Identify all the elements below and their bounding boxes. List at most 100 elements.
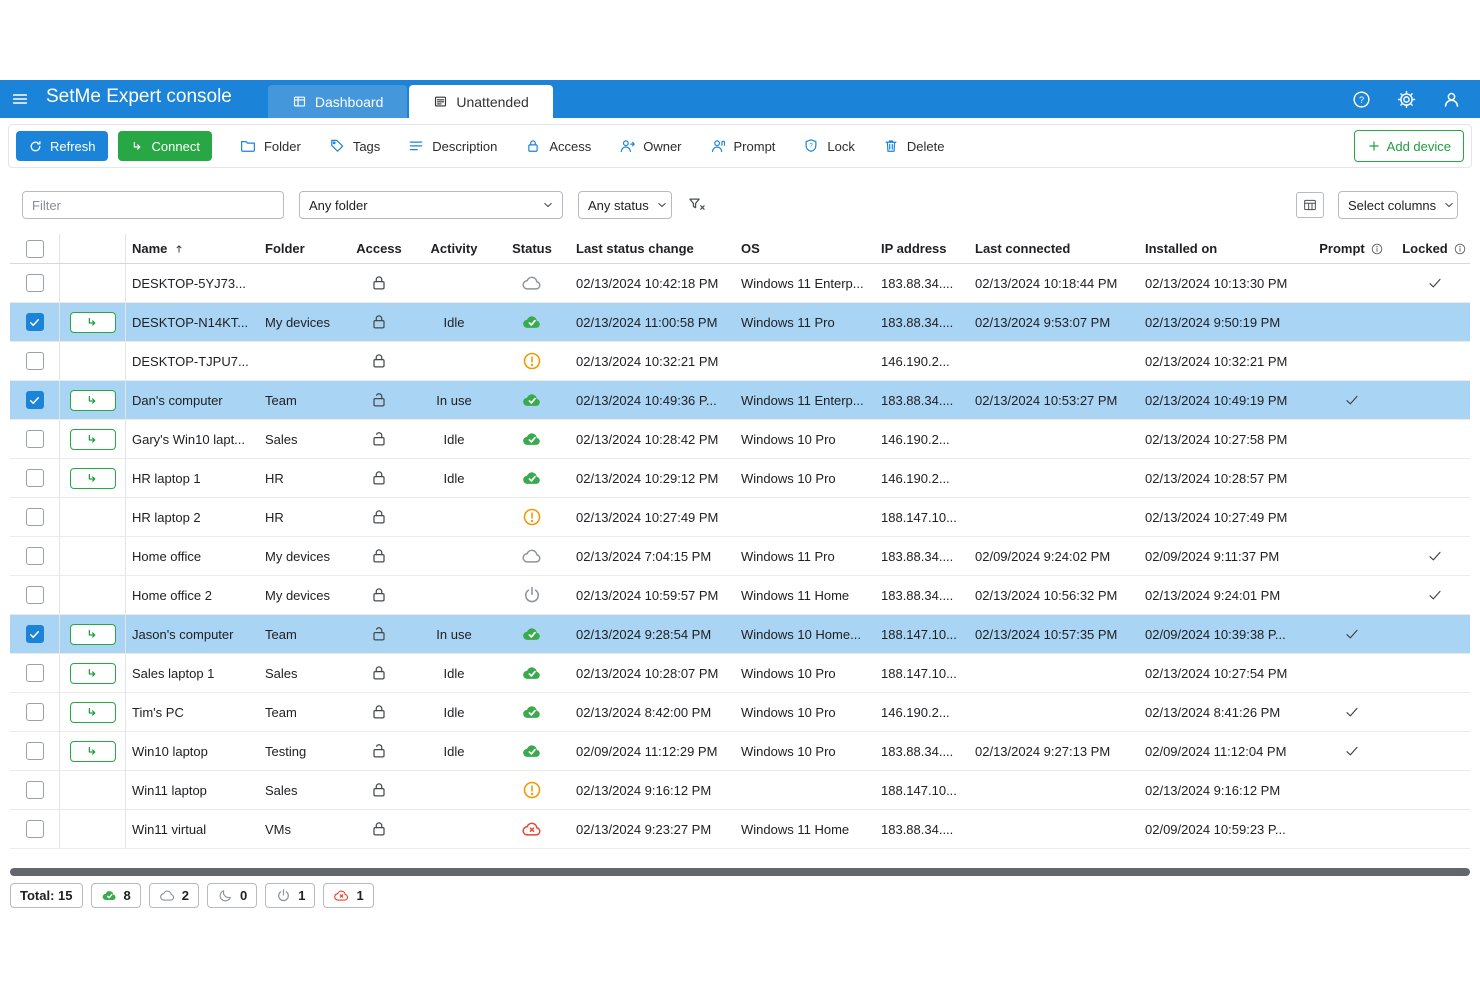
row-checkbox[interactable]	[26, 742, 44, 760]
row-checkbox[interactable]	[26, 625, 44, 643]
table-row[interactable]: Tim's PC Team Idle 02/13/2024 8:42:00 PM…	[10, 693, 1470, 732]
row-checkbox[interactable]	[26, 313, 44, 331]
table-row[interactable]: Home office My devices 02/13/2024 7:04:1…	[10, 537, 1470, 576]
row-checkbox[interactable]	[26, 352, 44, 370]
table-row[interactable]: Home office 2 My devices 02/13/2024 10:5…	[10, 576, 1470, 615]
info-icon[interactable]	[1370, 242, 1384, 256]
table-row[interactable]: DESKTOP-TJPU7... 02/13/2024 10:32:21 PM …	[10, 342, 1470, 381]
device-os: Windows 10 Pro	[730, 693, 870, 731]
select-all-checkbox[interactable]	[26, 240, 44, 258]
device-name: Jason's computer	[126, 615, 259, 653]
scrollbar-thumb[interactable]	[10, 868, 1470, 876]
offline-filter-badge[interactable]: 2	[149, 883, 199, 908]
online-filter-badge[interactable]: 8	[91, 883, 141, 908]
last-connected: 02/09/2024 9:24:02 PM	[964, 537, 1134, 575]
user-account-icon[interactable]	[1441, 89, 1462, 110]
folder-filter-select[interactable]: Any folder	[299, 191, 563, 219]
row-checkbox[interactable]	[26, 274, 44, 292]
column-header-last-connected[interactable]: Last connected	[964, 234, 1134, 263]
locked-icon	[369, 468, 389, 488]
row-connect-button[interactable]	[70, 702, 116, 723]
column-header-prompt[interactable]: Prompt	[1304, 234, 1399, 263]
row-connect-button[interactable]	[70, 624, 116, 645]
table-row[interactable]: HR laptop 2 HR 02/13/2024 10:27:49 PM 18…	[10, 498, 1470, 537]
column-header-locked[interactable]: Locked	[1399, 234, 1470, 263]
connect-button[interactable]: Connect	[118, 131, 212, 161]
row-checkbox[interactable]	[26, 391, 44, 409]
row-connect-button[interactable]	[70, 741, 116, 762]
help-icon[interactable]: ?	[1351, 89, 1372, 110]
table-row[interactable]: HR laptop 1 HR Idle 02/13/2024 10:29:12 …	[10, 459, 1470, 498]
device-os: Windows 10 Pro	[730, 654, 870, 692]
locked-icon	[369, 780, 389, 800]
table-view-icon[interactable]	[1296, 192, 1324, 218]
column-header-activity[interactable]: Activity	[409, 234, 499, 263]
app-title: SetMe Expert console	[46, 86, 232, 112]
row-connect-button[interactable]	[70, 468, 116, 489]
sleep-filter-badge[interactable]: 0	[207, 883, 257, 908]
table-row[interactable]: DESKTOP-N14KT... My devices Idle 02/13/2…	[10, 303, 1470, 342]
status-online-icon	[521, 467, 543, 489]
table-row[interactable]: DESKTOP-5YJ73... 02/13/2024 10:42:18 PM …	[10, 264, 1470, 303]
tags-button[interactable]: Tags	[328, 131, 380, 161]
description-button[interactable]: Description	[407, 131, 497, 161]
row-checkbox[interactable]	[26, 508, 44, 526]
tab-unattended[interactable]: Unattended	[409, 85, 552, 118]
column-header-folder[interactable]: Folder	[259, 234, 349, 263]
column-header-status[interactable]: Status	[499, 234, 565, 263]
select-columns-dropdown[interactable]: Select columns	[1338, 191, 1458, 219]
device-os: Windows 10 Pro	[730, 732, 870, 770]
row-connect-button[interactable]	[70, 663, 116, 684]
info-icon[interactable]	[1453, 242, 1467, 256]
table-row[interactable]: Gary's Win10 lapt... Sales Idle 02/13/20…	[10, 420, 1470, 459]
setme-expert-console: SetMe Expert console Dashboard Unattende…	[0, 0, 1480, 987]
column-header-ip-address[interactable]: IP address	[870, 234, 964, 263]
row-checkbox[interactable]	[26, 586, 44, 604]
column-header-os[interactable]: OS	[730, 234, 870, 263]
refresh-icon	[28, 139, 43, 154]
device-activity	[409, 342, 499, 380]
row-connect-button[interactable]	[70, 312, 116, 333]
tab-dashboard[interactable]: Dashboard	[268, 85, 408, 118]
device-name: Win11 laptop	[126, 771, 259, 809]
row-connect-button[interactable]	[70, 390, 116, 411]
status-filter-select[interactable]: Any status	[578, 191, 672, 219]
table-row[interactable]: Win11 laptop Sales 02/13/2024 9:16:12 PM…	[10, 771, 1470, 810]
row-checkbox[interactable]	[26, 820, 44, 838]
row-checkbox[interactable]	[26, 781, 44, 799]
last-connected	[964, 459, 1134, 497]
table-row[interactable]: Win11 virtual VMs 02/13/2024 9:23:27 PM …	[10, 810, 1470, 849]
access-button[interactable]: Access	[524, 131, 591, 161]
add-device-button[interactable]: Add device	[1354, 130, 1464, 162]
locked-icon	[369, 585, 389, 605]
row-checkbox[interactable]	[26, 430, 44, 448]
error-filter-badge[interactable]: 1	[323, 883, 373, 908]
menu-icon[interactable]	[0, 80, 40, 118]
toolbar: Refresh Connect Folder Tags Description …	[0, 118, 1480, 176]
table-row[interactable]: Dan's computer Team In use 02/13/2024 10…	[10, 381, 1470, 420]
column-header-last-status-change[interactable]: Last status change	[565, 234, 730, 263]
owner-button[interactable]: Owner	[618, 131, 681, 161]
folder-button[interactable]: Folder	[239, 131, 301, 161]
table-row[interactable]: Win10 laptop Testing Idle 02/09/2024 11:…	[10, 732, 1470, 771]
clear-filters-icon[interactable]	[687, 195, 707, 215]
device-name: DESKTOP-TJPU7...	[126, 342, 259, 380]
lock-button[interactable]: ? Lock	[802, 131, 854, 161]
table-row[interactable]: Sales laptop 1 Sales Idle 02/13/2024 10:…	[10, 654, 1470, 693]
row-checkbox[interactable]	[26, 469, 44, 487]
table-row[interactable]: Jason's computer Team In use 02/13/2024 …	[10, 615, 1470, 654]
filter-input[interactable]	[22, 191, 284, 219]
settings-gear-icon[interactable]	[1396, 89, 1417, 110]
power-filter-badge[interactable]: 1	[265, 883, 315, 908]
row-checkbox[interactable]	[26, 664, 44, 682]
prompt-button[interactable]: Prompt	[709, 131, 776, 161]
locked-icon	[369, 312, 389, 332]
column-header-name[interactable]: Name	[126, 234, 259, 263]
delete-button[interactable]: Delete	[882, 131, 945, 161]
row-connect-button[interactable]	[70, 429, 116, 450]
column-header-installed-on[interactable]: Installed on	[1134, 234, 1304, 263]
refresh-button[interactable]: Refresh	[16, 131, 108, 161]
row-checkbox[interactable]	[26, 703, 44, 721]
column-header-access[interactable]: Access	[349, 234, 409, 263]
row-checkbox[interactable]	[26, 547, 44, 565]
